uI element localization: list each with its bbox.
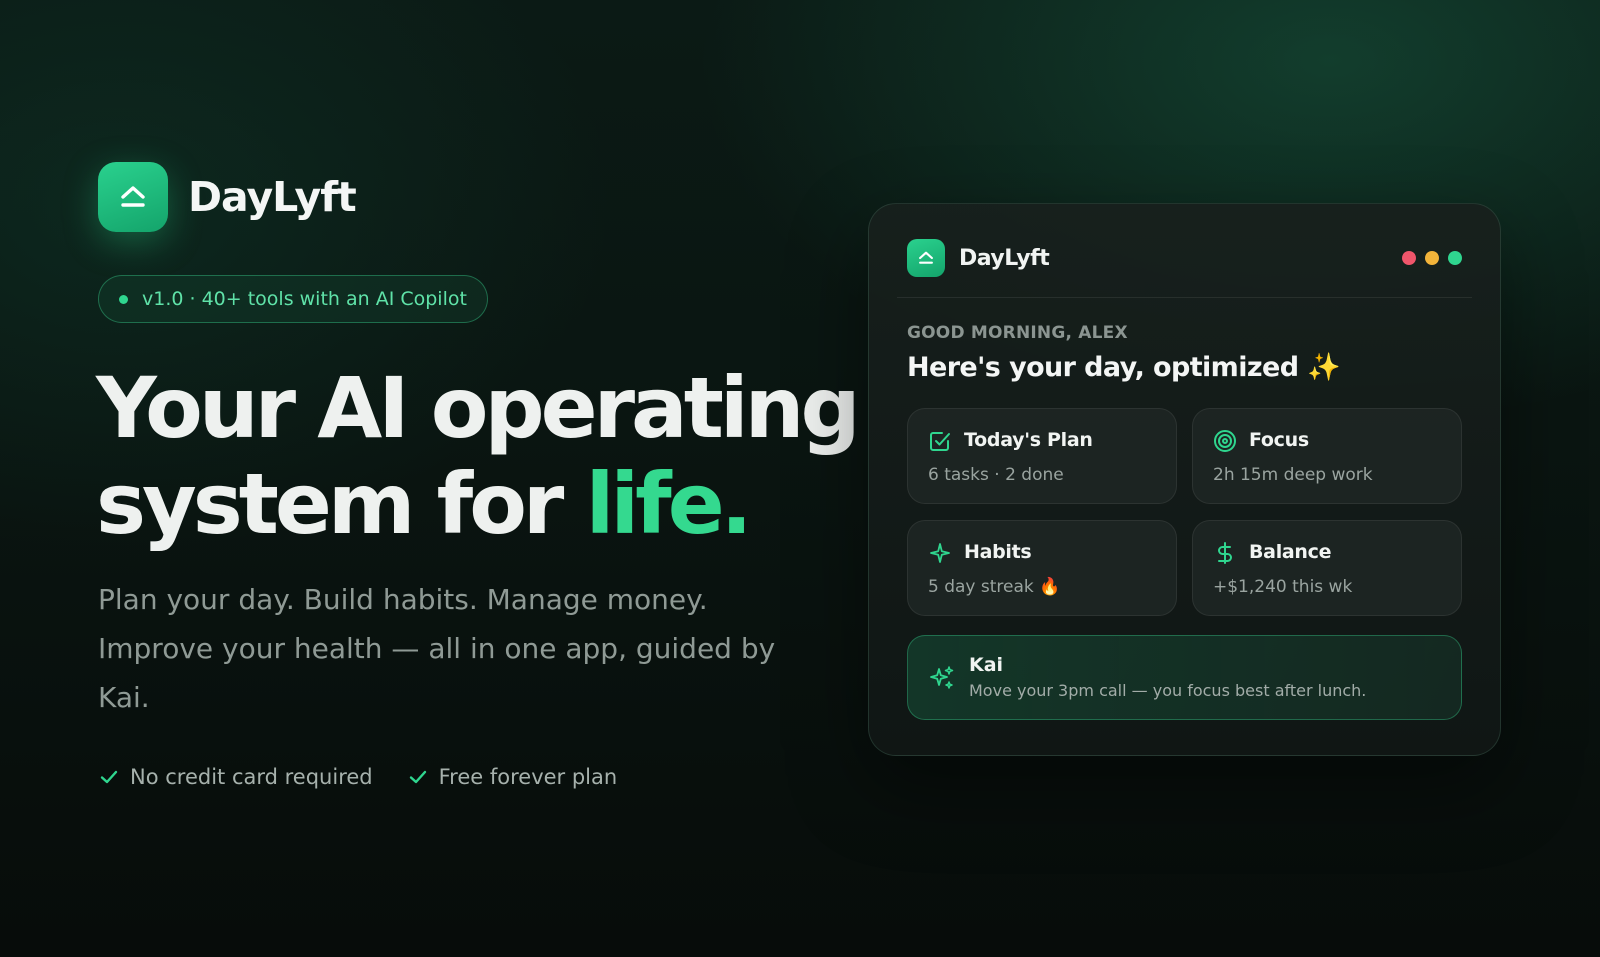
headline-line-1: Your AI operating	[96, 359, 861, 457]
check-icon	[98, 766, 120, 788]
sparkles-icon	[930, 666, 954, 689]
sparkle-icon	[930, 543, 950, 563]
brand-logo[interactable]	[98, 162, 168, 232]
assistant-message: Move your 3pm call — you focus best afte…	[969, 681, 1367, 700]
app-name: DayLyft	[959, 245, 1050, 271]
sparkle-emoji: ✨	[1307, 352, 1341, 383]
brand-name: DayLyft	[188, 173, 357, 221]
day-title: Here's your day, optimized ✨	[907, 351, 1341, 383]
hero-headline: Your AI operating system for life.	[96, 359, 861, 552]
dollar-icon	[1218, 542, 1232, 564]
app-logo[interactable]	[907, 239, 945, 277]
perks-list: No credit card required Free forever pla…	[98, 765, 651, 789]
greeting-label: GOOD MORNING, ALEX	[907, 323, 1128, 343]
tile-habits[interactable]: Habits 5 day streak 🔥	[907, 520, 1177, 616]
headline-line-2: system for life.	[96, 456, 857, 552]
tile-title: Balance	[1249, 541, 1332, 563]
release-badge: v1.0 · 40+ tools with an AI Copilot	[98, 275, 488, 323]
window-minimize-dot[interactable]	[1425, 251, 1439, 265]
tile-subtitle: 6 tasks · 2 done	[928, 465, 1064, 485]
chevron-up-bar-icon	[121, 186, 145, 207]
perk-label: Free forever plan	[438, 765, 618, 789]
release-badge-text: v1.0 · 40+ tools with an AI Copilot	[142, 288, 467, 310]
day-title-text: Here's your day, optimized	[907, 352, 1299, 383]
app-preview-window: DayLyft GOOD MORNING, ALEX Here's your d…	[868, 203, 1501, 756]
window-close-dot[interactable]	[1402, 251, 1416, 265]
tile-title: Habits	[964, 541, 1032, 563]
tile-subtitle: +$1,240 this wk	[1213, 577, 1353, 597]
chevron-up-bar-icon	[919, 251, 933, 264]
window-maximize-dot[interactable]	[1448, 251, 1462, 265]
tile-title: Today's Plan	[964, 429, 1093, 451]
window-controls	[1393, 251, 1462, 265]
tile-focus[interactable]: Focus 2h 15m deep work	[1192, 408, 1462, 504]
app-header: DayLyft	[907, 238, 1462, 278]
tile-title: Focus	[1249, 429, 1309, 451]
tile-subtitle: 2h 15m deep work	[1213, 465, 1373, 485]
status-dot	[119, 294, 128, 304]
hero-subtitle: Plan your day. Build habits. Manage mone…	[98, 583, 776, 714]
headline-prefix: system for	[96, 455, 586, 553]
assistant-name: Kai	[969, 654, 1004, 676]
perk-label: No credit card required	[130, 765, 373, 789]
target-icon	[1214, 430, 1236, 452]
tile-todays-plan[interactable]: Today's Plan 6 tasks · 2 done	[907, 408, 1177, 504]
kai-suggestion-card[interactable]: Kai Move your 3pm call — you focus best …	[907, 635, 1462, 720]
tile-balance[interactable]: Balance +$1,240 this wk	[1192, 520, 1462, 616]
headline-accent: life.	[585, 455, 753, 553]
perk-item: No credit card required	[98, 765, 373, 789]
checkbox-icon	[930, 432, 950, 451]
perk-item: Free forever plan	[407, 765, 618, 789]
tile-subtitle: 5 day streak 🔥	[928, 577, 1061, 597]
brand-header: DayLyft	[98, 162, 357, 232]
header-divider	[897, 297, 1472, 298]
check-icon	[407, 766, 429, 788]
